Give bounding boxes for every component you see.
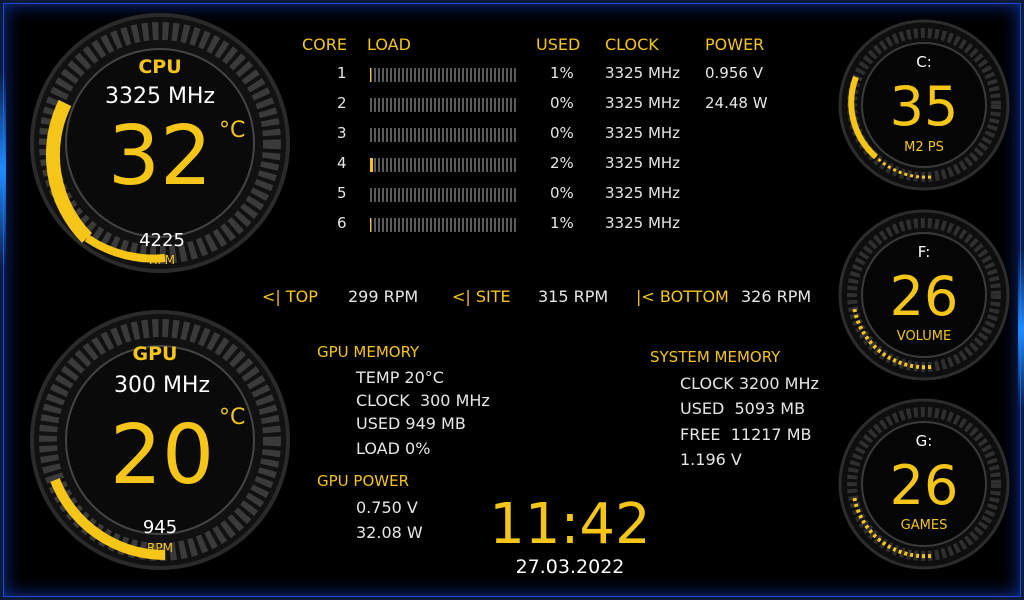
core-clock: 3325 MHz xyxy=(605,64,681,82)
core-row: 1 1% 3325 MHz 0.956 V xyxy=(300,64,820,94)
clock-time: 11:42 xyxy=(489,492,651,557)
gpu-fan-speed: 945 xyxy=(142,517,178,538)
cpu-gauge: CPU 3325 MHz 32 °C 4225 RPM xyxy=(25,8,295,278)
core-used: 1% xyxy=(550,64,574,82)
header-used: USED xyxy=(536,35,581,54)
drive-gauge-f: F: 26 VOLUME xyxy=(836,207,1012,383)
system-memory-clock: CLOCK 3200 MHz xyxy=(680,374,819,393)
gpu-memory-used: USED 949 MB xyxy=(356,414,466,433)
core-load-bar xyxy=(370,188,518,202)
drive-letter: C: xyxy=(916,53,932,71)
header-power: POWER xyxy=(705,35,765,54)
core-load-bar xyxy=(370,98,518,112)
system-memory-title: SYSTEM MEMORY xyxy=(650,348,781,366)
core-number: 5 xyxy=(337,184,347,202)
right-edge-glow xyxy=(1018,250,1024,410)
core-power: 24.48 W xyxy=(705,94,768,112)
fan-bottom-value: 326 RPM xyxy=(741,287,812,306)
gpu-fan-unit: RPM xyxy=(147,541,173,555)
core-load-fill xyxy=(370,158,373,172)
core-clock: 3325 MHz xyxy=(605,184,681,202)
fan-site-value: 315 RPM xyxy=(538,287,609,306)
core-number: 4 xyxy=(337,154,347,172)
left-edge-glow xyxy=(0,70,6,270)
core-power: 0.956 V xyxy=(705,64,763,82)
gpu-frequency: 300 MHz xyxy=(113,373,211,398)
core-clock: 3325 MHz xyxy=(605,214,681,232)
core-row: 4 2% 3325 MHz xyxy=(300,154,820,184)
system-memory-used: USED 5093 MB xyxy=(680,399,806,418)
header-core: CORE xyxy=(302,35,347,54)
gpu-label: GPU xyxy=(132,343,178,365)
drive-letter: G: xyxy=(915,432,933,450)
core-row: 6 1% 3325 MHz xyxy=(300,214,820,244)
system-memory-free: FREE 11217 MB xyxy=(680,425,812,444)
core-load-fill xyxy=(370,218,372,232)
core-load-bar xyxy=(370,158,518,172)
drive-letter: F: xyxy=(917,243,931,261)
cpu-frequency: 3325 MHz xyxy=(104,84,216,109)
core-number: 2 xyxy=(337,94,347,112)
clock-date: 27.03.2022 xyxy=(515,556,625,578)
fan-bottom-label: |< BOTTOM xyxy=(636,287,729,306)
gpu-memory-title: GPU MEMORY xyxy=(317,343,420,361)
fan-site-label: <| SITE xyxy=(452,287,511,306)
drive-temperature: 26 xyxy=(889,265,959,328)
header-load: LOAD xyxy=(367,35,411,54)
drive-gauge-c: C: 35 M2 PS xyxy=(836,17,1012,193)
core-used: 1% xyxy=(550,214,574,232)
drive-name: GAMES xyxy=(900,518,948,533)
drive-name: VOLUME xyxy=(896,329,952,344)
gpu-memory-clock: CLOCK 300 MHz xyxy=(356,391,490,410)
core-row: 2 0% 3325 MHz 24.48 W xyxy=(300,94,820,124)
gpu-memory-load: LOAD 0% xyxy=(356,439,431,458)
gpu-power-title: GPU POWER xyxy=(317,472,409,490)
core-clock: 3325 MHz xyxy=(605,94,681,112)
core-clock: 3325 MHz xyxy=(605,154,681,172)
core-load-bar xyxy=(370,68,518,82)
core-load-fill xyxy=(370,68,372,82)
cpu-fan-unit: RPM xyxy=(149,253,175,267)
drive-name: M2 PS xyxy=(904,140,944,155)
core-number: 1 xyxy=(337,64,347,82)
core-used: 0% xyxy=(550,184,574,202)
core-load-bar xyxy=(370,128,518,142)
core-number: 6 xyxy=(337,214,347,232)
core-load-bar xyxy=(370,218,518,232)
drive-temperature: 35 xyxy=(889,75,959,138)
core-number: 3 xyxy=(337,124,347,142)
gpu-power-voltage: 0.750 V xyxy=(356,498,418,517)
drive-temperature: 26 xyxy=(889,454,959,517)
gpu-memory-temp: TEMP 20°C xyxy=(356,368,444,387)
gpu-power-watts: 32.08 W xyxy=(356,523,423,542)
core-used: 0% xyxy=(550,94,574,112)
cpu-label: CPU xyxy=(138,56,182,78)
system-memory-voltage: 1.196 V xyxy=(680,450,742,469)
fan-top-value: 299 RPM xyxy=(348,287,419,306)
core-used: 2% xyxy=(550,154,574,172)
gpu-temp-unit: °C xyxy=(219,405,246,430)
core-row: 3 0% 3325 MHz xyxy=(300,124,820,154)
core-row: 5 0% 3325 MHz xyxy=(300,184,820,214)
fan-top-label: <| TOP xyxy=(262,287,318,306)
gpu-gauge: GPU 300 MHz 20 °C 945 RPM xyxy=(25,305,295,575)
core-used: 0% xyxy=(550,124,574,142)
core-clock: 3325 MHz xyxy=(605,124,681,142)
cpu-fan-speed: 4225 xyxy=(139,230,185,251)
header-clock: CLOCK xyxy=(605,35,659,54)
drive-gauge-g: G: 26 GAMES xyxy=(836,396,1012,572)
cpu-temp-unit: °C xyxy=(219,118,246,143)
